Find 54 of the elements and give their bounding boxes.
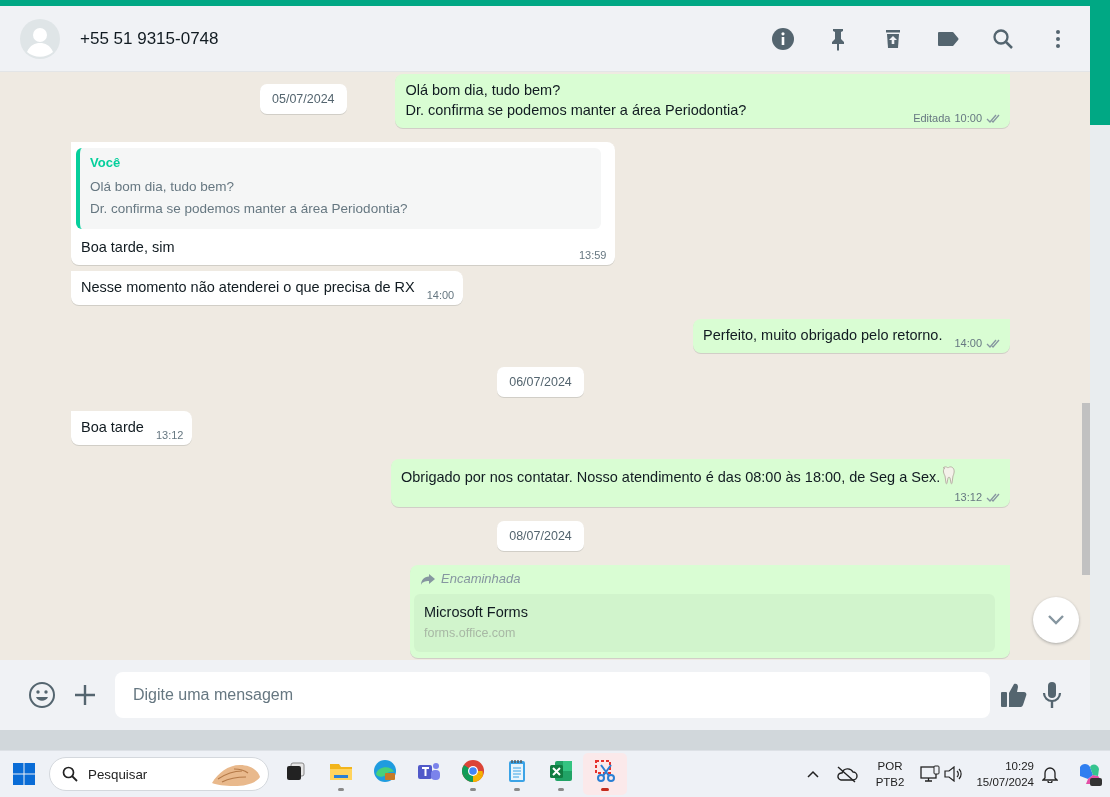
language-code: POR xyxy=(877,759,903,774)
thumbs-up-icon[interactable] xyxy=(1000,682,1028,708)
ring-logo-icon xyxy=(460,757,486,784)
date-chip: 06/07/2024 xyxy=(497,367,584,397)
clock-date: 15/07/2024 xyxy=(976,775,1034,790)
search-field[interactable]: Pesquisar xyxy=(86,765,202,783)
message-time: 13:12 xyxy=(155,429,184,441)
monitor-icon[interactable] xyxy=(920,765,941,783)
message-time: 14:00 xyxy=(426,289,455,301)
message-time: 13:12 xyxy=(954,491,982,503)
microphone-icon[interactable] xyxy=(1042,681,1062,709)
link-title: Microsoft Forms xyxy=(424,604,529,620)
scrollbar-thumb[interactable] xyxy=(1082,403,1090,575)
message-text: Olá bom dia, tudo bem? xyxy=(405,81,562,100)
clock-time: 10:29 xyxy=(1005,759,1034,774)
windows-logo-icon[interactable] xyxy=(12,762,36,786)
scissors-icon xyxy=(592,757,618,784)
link-preview[interactable]: Microsoft Forms forms.office.com xyxy=(414,594,995,652)
link-url: forms.office.com xyxy=(424,626,517,640)
forward-arrow-icon xyxy=(420,571,436,586)
chevron-up-icon[interactable] xyxy=(805,769,820,779)
keyboard-layout: PTB2 xyxy=(875,775,905,790)
speaker-icon[interactable] xyxy=(944,766,963,782)
contact-name[interactable]: +55 51 9315-0748 xyxy=(80,28,771,49)
chevron-down-icon xyxy=(1046,614,1066,626)
message-text: Nesse momento não atenderei o que precisa de RX xyxy=(81,278,415,297)
message-text: Boa tarde xyxy=(81,418,144,437)
taskbar-search[interactable]: Pesquisar xyxy=(49,757,269,791)
cloud-off-icon[interactable] xyxy=(835,765,858,783)
bell-icon[interactable] xyxy=(1042,765,1058,783)
message-time: 10:00 xyxy=(954,112,982,124)
emoji-icon[interactable] xyxy=(28,681,56,709)
swirl-icon xyxy=(372,757,398,784)
message-time: 14:00 xyxy=(954,337,982,349)
quote-text: Dr. confirma se podemos manter a área Periodontia? xyxy=(90,200,409,218)
message-text: Boa tarde, sim xyxy=(81,238,175,257)
forwarded-label: Encaminhada xyxy=(441,571,521,586)
message-input[interactable]: Digite uma mensagem xyxy=(115,672,990,718)
message-text: Obrigado por nos contatar. Nosso atendimento é das 08:00 às 18:00, de Seg a Sex. xyxy=(401,465,957,487)
quote-text: Olá bom dia, tudo bem? xyxy=(90,178,236,196)
plus-icon[interactable] xyxy=(74,684,96,706)
date-chip: 08/07/2024 xyxy=(497,521,584,551)
clock[interactable]: 10:29 15/07/2024 xyxy=(976,758,1034,790)
edited-label: Editada xyxy=(913,112,951,124)
date-chip: 05/07/2024 xyxy=(260,84,347,114)
quote-author: Você xyxy=(90,155,122,170)
info-icon[interactable] xyxy=(771,26,795,51)
quoted-message[interactable]: Você Olá bom dia, tudo bem? Dr. confirma se podemos manter a área Periodontia? xyxy=(76,148,602,229)
input-language-indicator[interactable]: POR PTB2 xyxy=(875,758,905,790)
message-text: Dr. confirma se podemos manter a área Periodontia? xyxy=(405,101,747,120)
message-text: Perfeito, muito obrigado pelo retorno. xyxy=(703,326,943,345)
search-icon xyxy=(62,766,78,782)
message-time: 13:59 xyxy=(578,249,607,261)
search-icon[interactable] xyxy=(991,26,1015,51)
